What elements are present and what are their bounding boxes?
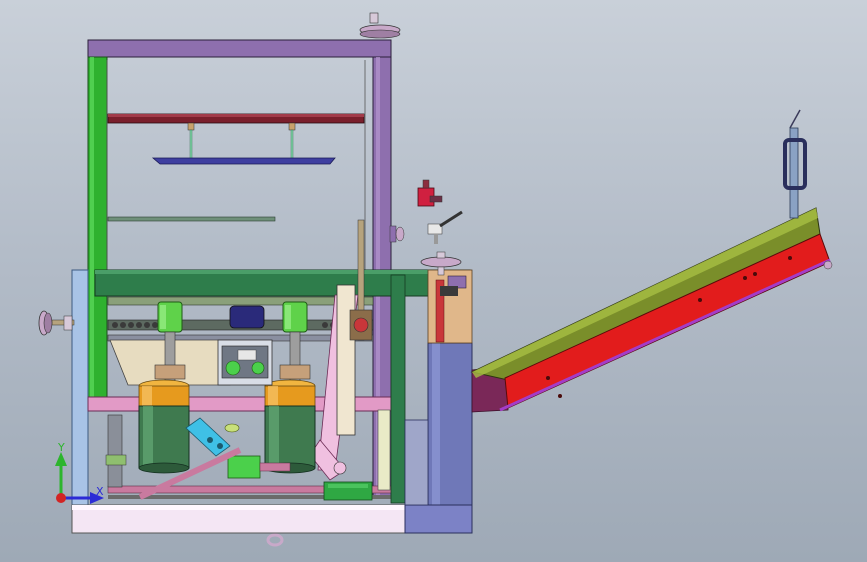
manual-lever[interactable] — [427, 210, 463, 244]
red-valve[interactable] — [417, 179, 443, 207]
lift-hook — [266, 533, 284, 547]
blue-cabinet[interactable] — [404, 342, 473, 534]
bottom-green-cylinder[interactable] — [323, 481, 373, 501]
cyan-bracket[interactable] — [185, 417, 240, 457]
left-side-plate[interactable] — [71, 269, 89, 506]
conveyor-handle[interactable] — [783, 109, 807, 219]
machine-model[interactable] — [0, 0, 867, 562]
small-bracket — [389, 225, 405, 243]
triad-x-label: X — [96, 485, 104, 498]
left-handwheel[interactable] — [38, 310, 75, 336]
inclined-conveyor[interactable] — [470, 207, 833, 413]
mid-guide-rod[interactable] — [107, 216, 276, 222]
triad-y-label: Y — [58, 441, 65, 454]
cad-viewport[interactable]: Y X — [0, 0, 867, 562]
center-gearbox[interactable] — [217, 305, 273, 386]
guide-roller — [333, 461, 347, 475]
upper-cross-rail[interactable] — [107, 113, 365, 165]
top-beam[interactable] — [87, 39, 392, 58]
upper-right-column[interactable] — [427, 269, 473, 344]
top-handwheel[interactable] — [359, 12, 401, 39]
back-green-panel[interactable] — [94, 269, 471, 297]
